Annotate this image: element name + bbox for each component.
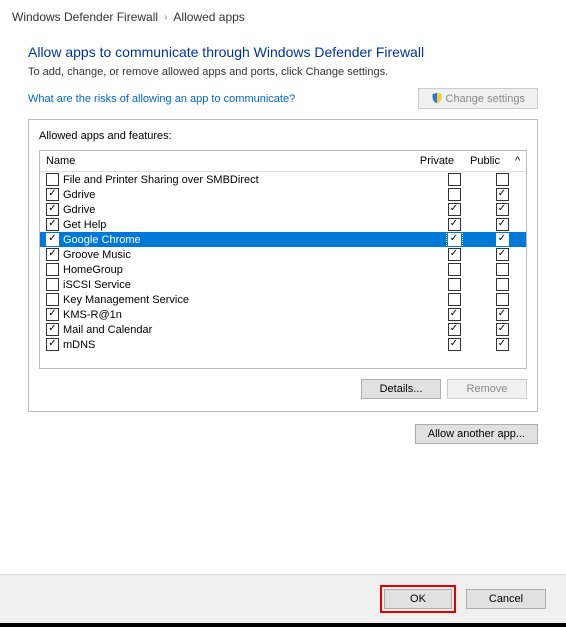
public-checkbox[interactable] [496,233,509,246]
details-button[interactable]: Details... [361,379,441,399]
table-row[interactable]: KMS-R@1n [40,307,526,322]
app-name-label: HomeGroup [63,264,123,276]
app-name-label: iSCSI Service [63,279,131,291]
app-name-label: Google Chrome [63,234,141,246]
table-row[interactable]: File and Printer Sharing over SMBDirect [40,172,526,187]
private-checkbox[interactable] [448,203,461,216]
table-row[interactable]: Groove Music [40,247,526,262]
public-checkbox[interactable] [496,173,509,186]
page-subtext: To add, change, or remove allowed apps a… [28,66,538,78]
allowed-apps-panel: Allowed apps and features: Name Private … [28,119,538,412]
table-row[interactable]: Gdrive [40,202,526,217]
public-checkbox[interactable] [496,248,509,261]
private-checkbox[interactable] [448,173,461,186]
breadcrumb-current: Allowed apps [173,10,244,24]
risk-link[interactable]: What are the risks of allowing an app to… [28,93,295,105]
allow-another-app-button[interactable]: Allow another app... [415,424,538,444]
public-checkbox[interactable] [496,293,509,306]
column-name[interactable]: Name [40,151,413,171]
table-row[interactable]: Gdrive [40,187,526,202]
private-checkbox[interactable] [448,308,461,321]
panel-title: Allowed apps and features: [39,130,527,142]
enabled-checkbox[interactable] [46,293,59,306]
public-checkbox[interactable] [496,188,509,201]
change-settings-button[interactable]: Change settings [418,88,539,109]
breadcrumb-root[interactable]: Windows Defender Firewall [12,10,158,24]
public-checkbox[interactable] [496,218,509,231]
private-checkbox[interactable] [448,188,461,201]
remove-button: Remove [447,379,527,399]
enabled-checkbox[interactable] [46,233,59,246]
app-name-label: Gdrive [63,189,95,201]
private-checkbox[interactable] [448,323,461,336]
shield-icon [431,92,443,104]
chevron-right-icon: › [164,12,167,23]
table-row[interactable]: Google Chrome [40,232,526,247]
apps-table: Name Private Public ^ File and Printer S… [39,150,527,369]
private-checkbox[interactable] [448,233,461,246]
app-name-label: Mail and Calendar [63,324,152,336]
private-checkbox[interactable] [448,218,461,231]
table-row[interactable]: Key Management Service [40,292,526,307]
app-name-label: Groove Music [63,249,131,261]
ok-button[interactable]: OK [384,589,452,609]
enabled-checkbox[interactable] [46,188,59,201]
cancel-button[interactable]: Cancel [466,589,546,609]
private-checkbox[interactable] [448,248,461,261]
enabled-checkbox[interactable] [46,218,59,231]
private-checkbox[interactable] [448,338,461,351]
column-private[interactable]: Private [413,151,461,171]
public-checkbox[interactable] [496,203,509,216]
enabled-checkbox[interactable] [46,308,59,321]
table-row[interactable]: iSCSI Service [40,277,526,292]
enabled-checkbox[interactable] [46,203,59,216]
public-checkbox[interactable] [496,278,509,291]
enabled-checkbox[interactable] [46,278,59,291]
public-checkbox[interactable] [496,338,509,351]
public-checkbox[interactable] [496,308,509,321]
private-checkbox[interactable] [448,278,461,291]
breadcrumb: Windows Defender Firewall › Allowed apps [0,0,566,34]
table-body[interactable]: File and Printer Sharing over SMBDirect G… [40,172,526,368]
enabled-checkbox[interactable] [46,263,59,276]
app-name-label: Key Management Service [63,294,189,306]
public-checkbox[interactable] [496,263,509,276]
private-checkbox[interactable] [448,263,461,276]
page-title: Allow apps to communicate through Window… [28,44,538,60]
table-row[interactable]: mDNS [40,337,526,352]
app-name-label: Get Help [63,219,106,231]
app-name-label: mDNS [63,339,95,351]
app-name-label: KMS-R@1n [63,309,122,321]
scroll-indicator-icon: ^ [509,151,526,171]
enabled-checkbox[interactable] [46,248,59,261]
table-row[interactable]: HomeGroup [40,262,526,277]
table-row[interactable]: Mail and Calendar [40,322,526,337]
ok-button-highlight: OK [380,585,456,613]
app-name-label: Gdrive [63,204,95,216]
app-name-label: File and Printer Sharing over SMBDirect [63,174,259,186]
public-checkbox[interactable] [496,323,509,336]
private-checkbox[interactable] [448,293,461,306]
enabled-checkbox[interactable] [46,338,59,351]
column-public[interactable]: Public [461,151,509,171]
enabled-checkbox[interactable] [46,173,59,186]
table-row[interactable]: Get Help [40,217,526,232]
table-header: Name Private Public ^ [40,151,526,172]
enabled-checkbox[interactable] [46,323,59,336]
